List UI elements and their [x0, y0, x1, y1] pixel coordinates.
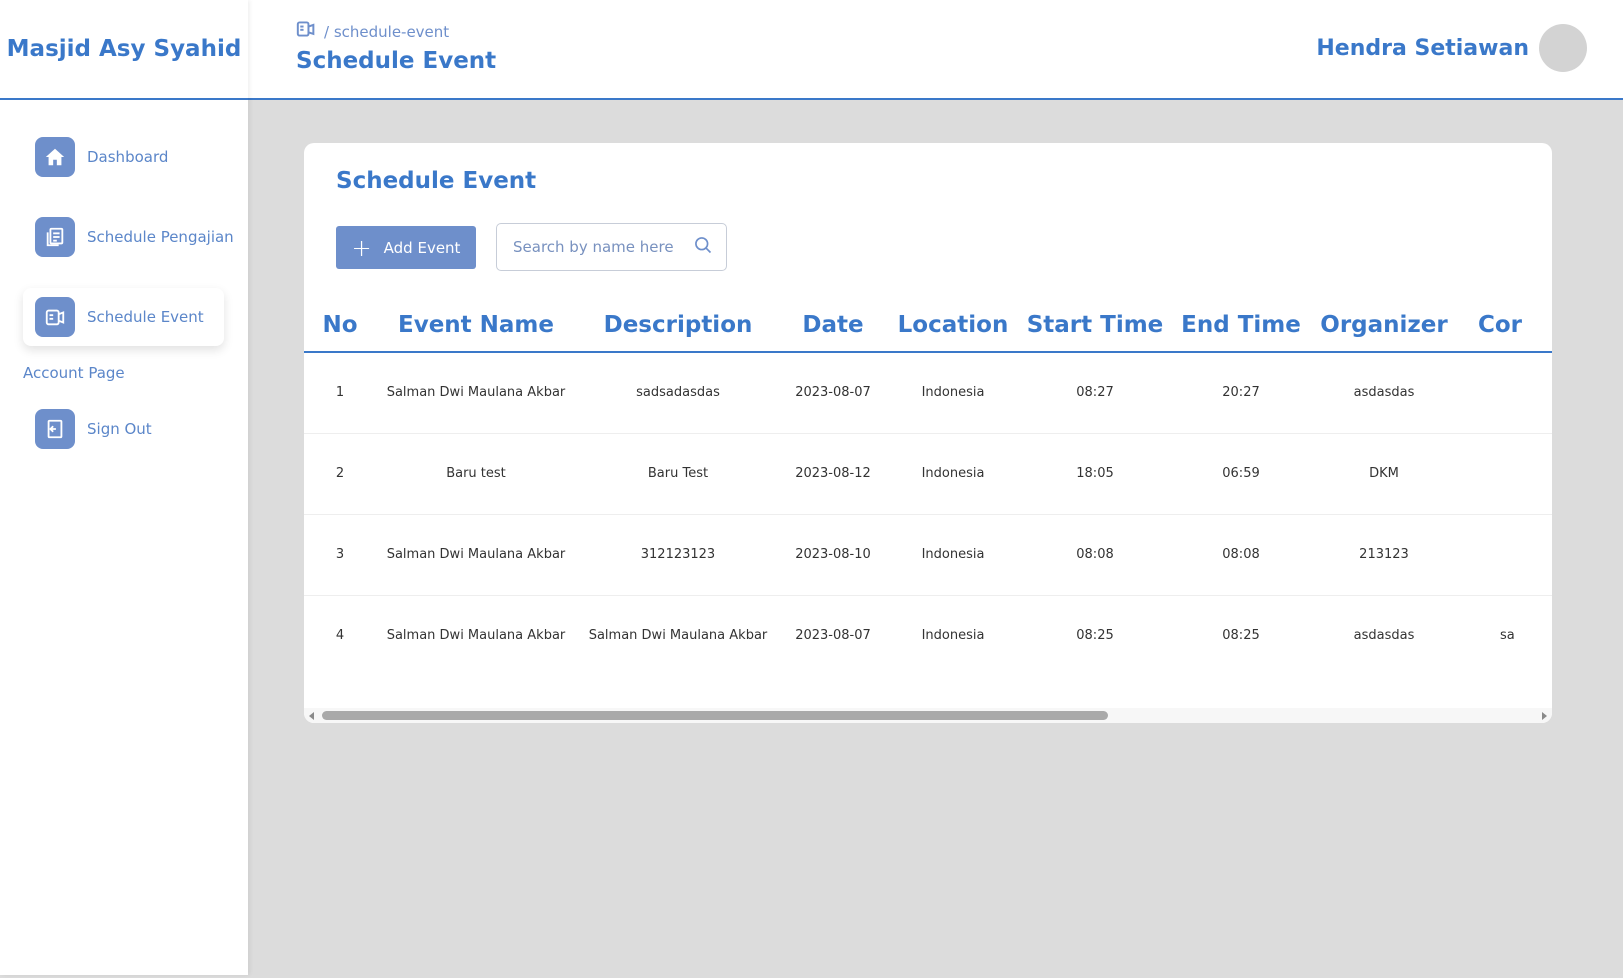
- cell-location: Indonesia: [886, 352, 1020, 434]
- cell-no: 4: [335, 628, 345, 644]
- sidebar-item-label: Sign Out: [87, 420, 152, 438]
- schedule-event-card: Schedule Event + Add Event No Event Name…: [304, 143, 1552, 723]
- cell-event-name: Salman Dwi Maulana Akbar: [376, 352, 576, 434]
- scroll-left-icon[interactable]: [309, 712, 314, 720]
- table-row[interactable]: 3 Salman Dwi Maulana Akbar 312123123 202…: [304, 514, 1552, 596]
- cell-no: 3: [304, 514, 376, 596]
- cell-start-time: 18:05: [1020, 433, 1170, 515]
- search-icon[interactable]: [693, 235, 713, 260]
- brand-title[interactable]: Masjid Asy Syahid: [7, 36, 242, 62]
- column-header-description[interactable]: Description: [576, 298, 780, 353]
- cell-end-time: 06:59: [1170, 433, 1312, 515]
- column-header-date[interactable]: Date: [780, 298, 886, 353]
- cell-description: 312123123: [576, 514, 780, 596]
- cell-date: 2023-08-10: [780, 514, 886, 596]
- sidebar-item-label: Dashboard: [87, 148, 169, 166]
- scroll-right-icon[interactable]: [1542, 712, 1547, 720]
- cell-location: Indonesia: [886, 514, 1020, 596]
- horizontal-scrollbar[interactable]: [304, 708, 1552, 723]
- sidebar-item-label: Schedule Pengajian: [87, 228, 234, 246]
- cell-contact: [1456, 352, 1552, 434]
- cell-organizer: 213123: [1312, 514, 1456, 596]
- cell-organizer: DKM: [1312, 433, 1456, 515]
- cell-contact: [1456, 514, 1552, 596]
- cell-end-time: 08:25: [1222, 628, 1260, 644]
- cell-organizer: asdasdas: [1353, 628, 1415, 644]
- cell-contact: sa: [1500, 628, 1515, 644]
- cell-start-time: 08:27: [1020, 352, 1170, 434]
- cell-start-time: 08:25: [1076, 628, 1114, 644]
- column-header-event-name[interactable]: Event Name: [376, 298, 576, 353]
- cell-contact: [1456, 433, 1552, 515]
- column-header-no[interactable]: No: [304, 298, 376, 353]
- events-table: No Event Name Description Date Location …: [304, 298, 1552, 676]
- column-header-start-time[interactable]: Start Time: [1020, 298, 1170, 353]
- event-icon: [296, 20, 316, 43]
- table-row[interactable]: 2 Baru test Baru Test 2023-08-12 Indones…: [304, 433, 1552, 515]
- brand: Masjid Asy Syahid: [0, 0, 248, 100]
- cell-date: 2023-08-12: [780, 433, 886, 515]
- sidebar-item-schedule-event[interactable]: Schedule Event: [23, 288, 224, 346]
- column-header-contact[interactable]: Cor: [1456, 298, 1552, 353]
- page-title: Schedule Event: [296, 48, 497, 74]
- search-box: [496, 223, 727, 271]
- cell-date: 2023-08-07: [780, 352, 886, 434]
- search-input[interactable]: [513, 238, 693, 256]
- section-label-account: Account Page: [23, 364, 125, 382]
- cell-date: 2023-08-07: [795, 628, 871, 644]
- card-title: Schedule Event: [336, 168, 537, 194]
- event-icon: [35, 297, 75, 337]
- cell-event-name: Salman Dwi Maulana Akbar: [386, 628, 566, 644]
- cell-no: 1: [304, 352, 376, 434]
- sidebar-item-dashboard[interactable]: Dashboard: [23, 128, 225, 186]
- cell-no: 2: [304, 433, 376, 515]
- table-container: No Event Name Description Date Location …: [304, 298, 1552, 708]
- cell-end-time: 08:08: [1170, 514, 1312, 596]
- column-header-end-time[interactable]: End Time: [1170, 298, 1312, 353]
- plus-icon: +: [351, 233, 372, 262]
- cell-event-name: Baru test: [376, 433, 576, 515]
- cell-location: Indonesia: [886, 433, 1020, 515]
- sidebar-item-sign-out[interactable]: Sign Out: [23, 400, 225, 458]
- sign-out-icon: [35, 409, 75, 449]
- breadcrumb: / schedule-event: [296, 20, 449, 43]
- table-row[interactable]: 4 Salman Dwi Maulana Akbar Salman Dwi Ma…: [304, 595, 1552, 676]
- cell-description: Baru Test: [576, 433, 780, 515]
- document-list-icon: [35, 217, 75, 257]
- home-icon: [35, 137, 75, 177]
- sidebar: Masjid Asy Syahid Dashboard Schedule Pen…: [0, 0, 248, 975]
- scrollbar-thumb[interactable]: [322, 711, 1108, 720]
- cell-organizer: asdasdas: [1312, 352, 1456, 434]
- sidebar-item-label: Schedule Event: [87, 308, 204, 326]
- sidebar-item-schedule-pengajian[interactable]: Schedule Pengajian: [23, 208, 234, 266]
- breadcrumb-path[interactable]: / schedule-event: [324, 23, 449, 41]
- cell-end-time: 20:27: [1170, 352, 1312, 434]
- cell-description: Salman Dwi Maulana Akbar: [588, 628, 768, 644]
- table-header-row: No Event Name Description Date Location …: [304, 298, 1552, 353]
- table-row[interactable]: 1 Salman Dwi Maulana Akbar sadsadasdas 2…: [304, 352, 1552, 434]
- user-menu[interactable]: Hendra Setiawan: [1316, 24, 1587, 72]
- user-name: Hendra Setiawan: [1316, 35, 1529, 61]
- column-header-organizer[interactable]: Organizer: [1312, 298, 1456, 353]
- sidebar-nav: Dashboard Schedule Pengajian Schedule Ev…: [0, 100, 248, 458]
- column-header-location[interactable]: Location: [886, 298, 1020, 353]
- add-event-button[interactable]: + Add Event: [336, 226, 476, 269]
- cell-start-time: 08:08: [1020, 514, 1170, 596]
- top-header: / schedule-event Schedule Event Hendra S…: [248, 0, 1623, 100]
- cell-location: Indonesia: [921, 628, 985, 644]
- add-event-label: Add Event: [383, 238, 461, 257]
- avatar[interactable]: [1539, 24, 1587, 72]
- cell-description: sadsadasdas: [576, 352, 780, 434]
- cell-event-name: Salman Dwi Maulana Akbar: [376, 514, 576, 596]
